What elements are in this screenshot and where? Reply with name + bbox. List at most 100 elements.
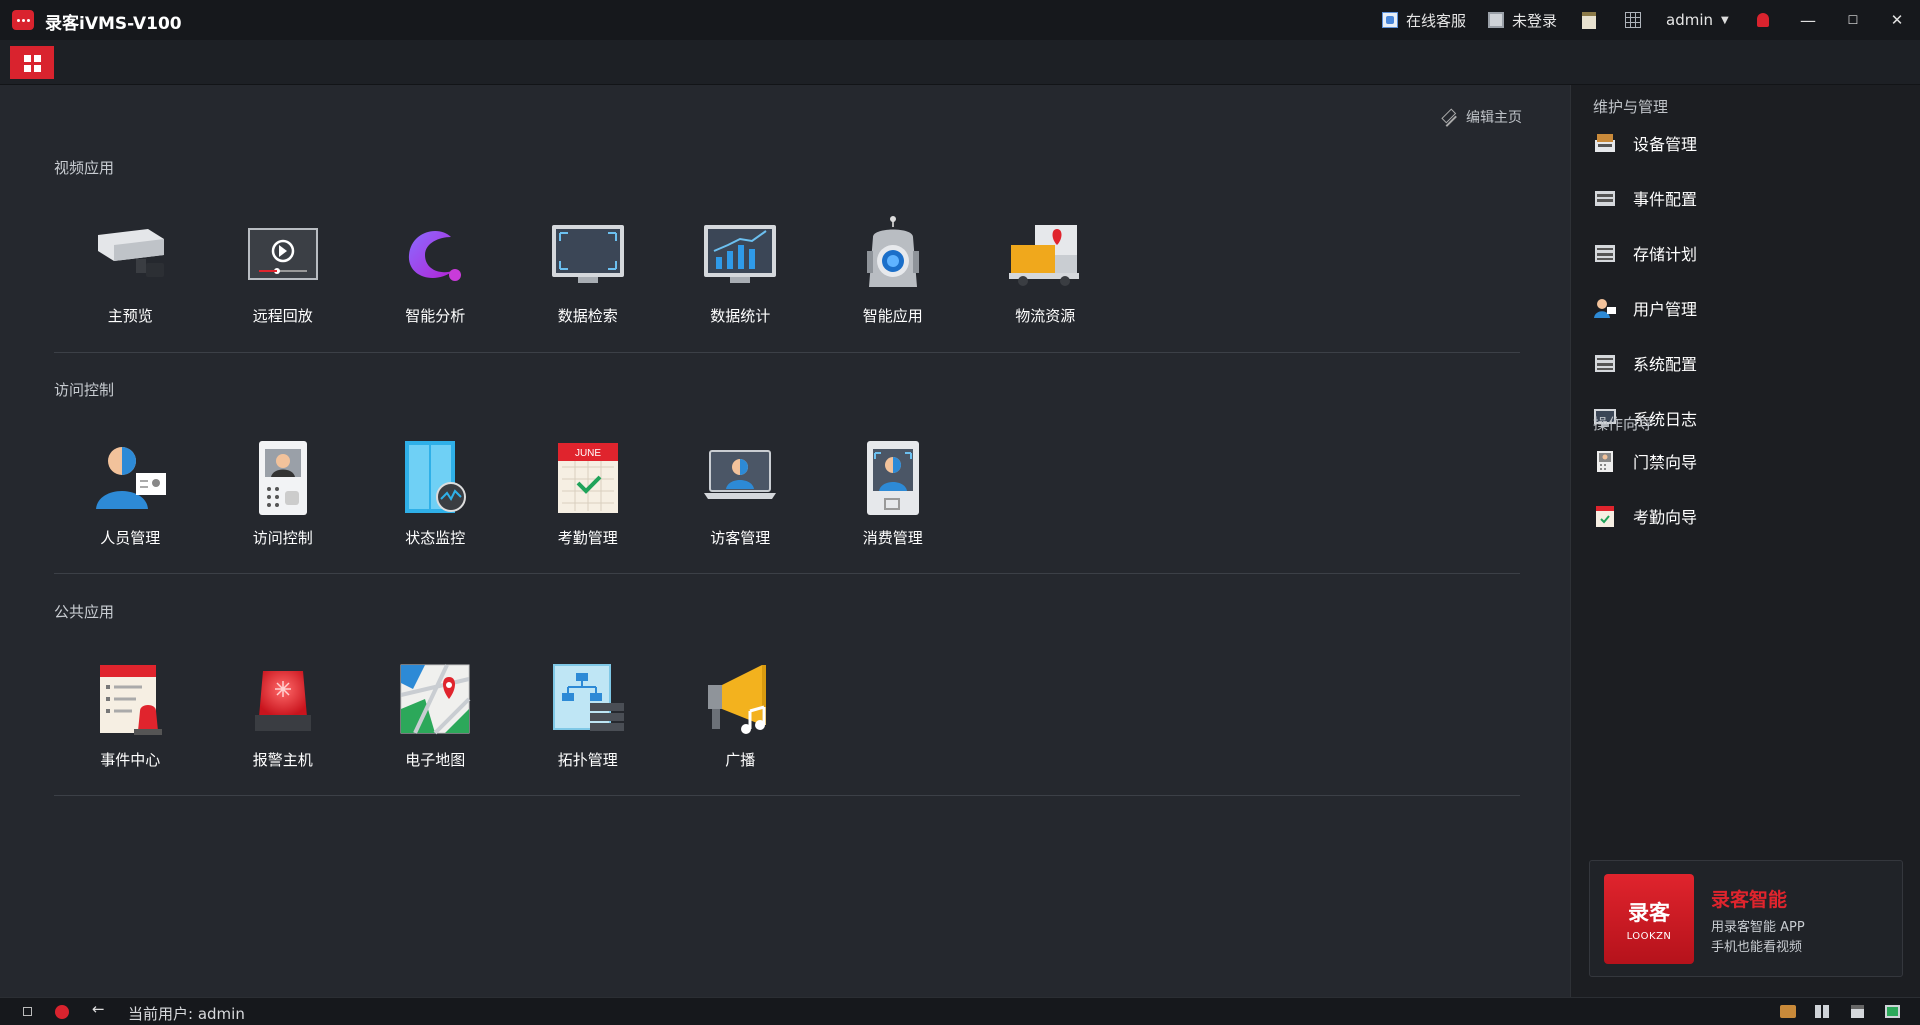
user-menu[interactable]: admin ▼ bbox=[1666, 9, 1729, 31]
app-label: 智能分析 bbox=[405, 307, 466, 325]
section-title: 公共应用 bbox=[54, 603, 115, 621]
back-arrow-icon[interactable]: ← bbox=[92, 1000, 105, 1018]
app-label: 智能应用 bbox=[862, 307, 923, 325]
stats-monitor-icon bbox=[704, 225, 777, 283]
app-alarm-host[interactable]: 报警主机 bbox=[207, 659, 360, 770]
search-monitor-icon bbox=[551, 225, 624, 283]
svg-text:JUNE: JUNE bbox=[575, 448, 601, 459]
section-title: 访问控制 bbox=[54, 381, 115, 399]
app-label: 电子地图 bbox=[405, 751, 466, 769]
robot-camera-icon bbox=[866, 216, 919, 287]
square-icon[interactable] bbox=[23, 1007, 32, 1016]
item-label: 系统配置 bbox=[1633, 355, 1698, 374]
storage-icon bbox=[1595, 245, 1615, 262]
item-label: 门禁向导 bbox=[1633, 453, 1698, 472]
app-label: 人员管理 bbox=[100, 529, 161, 547]
app-label: 事件中心 bbox=[100, 751, 161, 769]
map-icon bbox=[400, 664, 471, 735]
app-grid: 事件中心 报警主机 电子地图 拓扑管理 广播 bbox=[54, 659, 817, 770]
app-logo-icon bbox=[12, 10, 34, 30]
alarm-button[interactable] bbox=[1757, 9, 1777, 31]
app-event-center[interactable]: 事件中心 bbox=[54, 659, 207, 770]
app-consumption[interactable]: 消费管理 bbox=[817, 437, 970, 548]
edit-home-button[interactable]: 编辑主页 bbox=[1437, 107, 1522, 127]
device-management-link[interactable]: 设备管理 bbox=[1593, 131, 1697, 155]
clipboard-button[interactable] bbox=[1582, 9, 1604, 31]
door-guide-icon bbox=[1597, 451, 1613, 472]
app-attendance[interactable]: JUNE 考勤管理 bbox=[512, 437, 665, 548]
app-personnel[interactable]: 人员管理 bbox=[54, 437, 207, 548]
promo-card[interactable]: 录客 LOOKZN 录客智能 用录客智能 APP 手机也能看视频 bbox=[1589, 860, 1903, 977]
app-smart-analysis[interactable]: 智能分析 bbox=[359, 215, 512, 326]
online-service-label: 在线客服 bbox=[1406, 11, 1467, 30]
attendance-guide-icon bbox=[1596, 506, 1614, 527]
current-user-label: 当前用户: admin bbox=[128, 1005, 245, 1023]
alarm-host-icon bbox=[254, 671, 311, 731]
door-guide-link[interactable]: 门禁向导 bbox=[1593, 449, 1697, 473]
app-data-statistics[interactable]: 数据统计 bbox=[664, 215, 817, 326]
toolbar bbox=[0, 40, 1920, 85]
item-label: 设备管理 bbox=[1633, 135, 1698, 154]
main-menu-button[interactable] bbox=[10, 46, 54, 79]
save-icon[interactable] bbox=[1851, 1005, 1864, 1018]
login-status-button[interactable]: 未登录 bbox=[1488, 9, 1557, 31]
pencil-icon bbox=[1437, 107, 1457, 127]
status-bar: ← 当前用户: admin bbox=[0, 997, 1920, 1025]
app-access-control[interactable]: 访问控制 bbox=[207, 437, 360, 548]
system-config-link[interactable]: 系统配置 bbox=[1593, 351, 1697, 375]
app-main-preview[interactable]: 主预览 bbox=[54, 215, 207, 326]
login-icon bbox=[1488, 12, 1504, 28]
app-label: 远程回放 bbox=[252, 307, 313, 325]
maintenance-title: 维护与管理 bbox=[1593, 98, 1669, 116]
chevron-down-icon: ▼ bbox=[1721, 14, 1729, 26]
app-remote-playback[interactable]: 远程回放 bbox=[207, 215, 360, 326]
user-management-link[interactable]: 用户管理 bbox=[1593, 296, 1697, 320]
app-data-search[interactable]: 数据检索 bbox=[512, 215, 665, 326]
app-status-monitor[interactable]: 状态监控 bbox=[359, 437, 512, 548]
section-title: 视频应用 bbox=[54, 159, 115, 177]
service-icon bbox=[1382, 12, 1398, 28]
visitor-laptop-icon bbox=[704, 450, 777, 499]
section-divider bbox=[54, 795, 1520, 796]
alarm-status-icon[interactable] bbox=[55, 1005, 69, 1019]
system-config-icon bbox=[1595, 355, 1615, 372]
promo-line-1: 用录客智能 APP bbox=[1711, 920, 1805, 935]
layout-grid-icon[interactable] bbox=[1815, 1005, 1830, 1018]
camera-icon bbox=[98, 229, 165, 277]
app-title: 录客iVMS-V100 bbox=[45, 14, 182, 34]
attendance-guide-link[interactable]: 考勤向导 bbox=[1593, 504, 1697, 528]
app-e-map[interactable]: 电子地图 bbox=[359, 659, 512, 770]
event-config-link[interactable]: 事件配置 bbox=[1593, 186, 1697, 210]
online-service-button[interactable]: 在线客服 bbox=[1382, 9, 1466, 31]
promo-title: 录客智能 bbox=[1711, 889, 1788, 911]
app-smart-application[interactable]: 智能应用 bbox=[817, 215, 970, 326]
grid-icon bbox=[1625, 12, 1641, 28]
folder-icon[interactable] bbox=[1780, 1005, 1796, 1018]
section-divider bbox=[54, 573, 1520, 574]
app-grid: 人员管理 访问控制 状态监控 JUNE 考勤管理 访客管理 消费管理 bbox=[54, 437, 969, 548]
app-broadcast[interactable]: 广播 bbox=[664, 659, 817, 770]
guide-title: 操作向导 bbox=[1593, 415, 1654, 433]
fullscreen-icon[interactable] bbox=[1885, 1005, 1900, 1018]
layout-button[interactable] bbox=[1625, 9, 1649, 31]
app-topology[interactable]: 拓扑管理 bbox=[512, 659, 665, 770]
close-button[interactable]: ✕ bbox=[1883, 8, 1911, 32]
grid-square-icon bbox=[23, 55, 31, 62]
app-label: 访问控制 bbox=[252, 529, 313, 547]
broadcast-icon bbox=[708, 665, 767, 734]
section-divider bbox=[54, 352, 1520, 353]
app-logistics[interactable]: 物流资源 bbox=[969, 215, 1122, 326]
title-bar: 录客iVMS-V100 在线客服 未登录 admin ▼ — ☐ ✕ bbox=[0, 0, 1920, 40]
promo-line-2: 手机也能看视频 bbox=[1711, 940, 1803, 955]
storage-plan-link[interactable]: 存储计划 bbox=[1593, 241, 1697, 265]
door-monitor-icon bbox=[405, 441, 467, 513]
app-label: 访客管理 bbox=[710, 529, 771, 547]
face-terminal-icon bbox=[866, 441, 919, 515]
app-label: 消费管理 bbox=[862, 529, 923, 547]
clipboard-icon bbox=[1582, 11, 1596, 29]
minimize-button[interactable]: — bbox=[1794, 8, 1822, 32]
maximize-button[interactable]: ☐ bbox=[1839, 8, 1867, 32]
alarm-icon bbox=[1757, 13, 1769, 27]
app-visitor[interactable]: 访客管理 bbox=[664, 437, 817, 548]
user-name: admin bbox=[1666, 11, 1713, 29]
